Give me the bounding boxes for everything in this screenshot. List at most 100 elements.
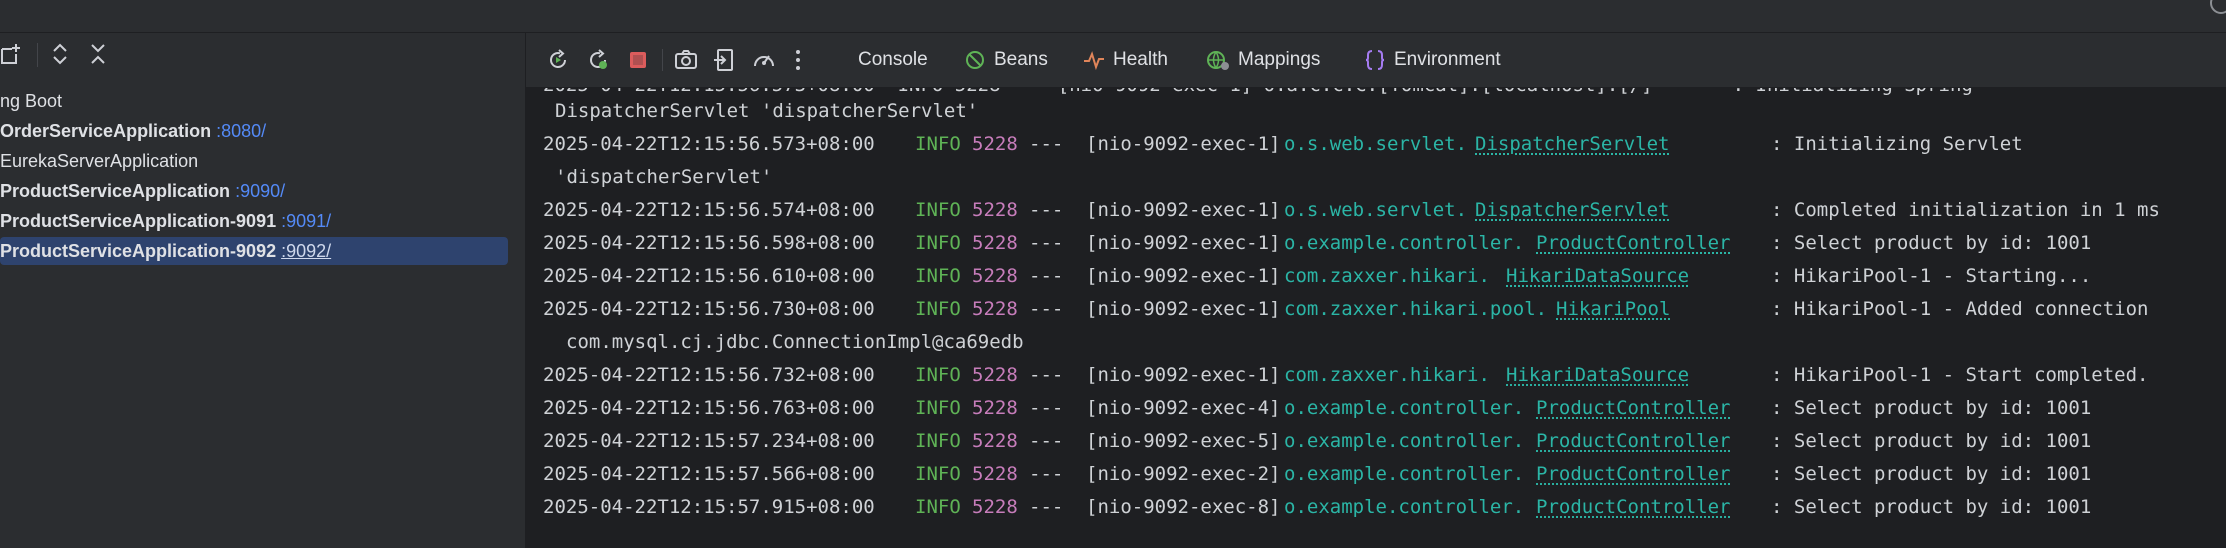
log-logger-class-link[interactable]: HikariPool xyxy=(1556,293,1670,326)
tree-item-label: ProductServiceApplication xyxy=(0,181,230,201)
log-separator: --- xyxy=(1029,425,1063,458)
log-pid: 5228 xyxy=(972,260,1018,293)
tree-item-port-link[interactable]: :9090/ xyxy=(235,181,285,201)
log-logger-class-link[interactable]: ProductController xyxy=(1536,458,1730,491)
log-logger-class-link[interactable]: HikariDataSource xyxy=(1506,359,1689,392)
exit-icon[interactable] xyxy=(713,48,737,72)
log-logger-class-link[interactable]: ProductController xyxy=(1536,491,1730,524)
tab-beans[interactable]: Beans xyxy=(964,33,1048,87)
tab-console[interactable]: Console xyxy=(858,33,928,87)
log-logger-class-link[interactable]: ProductController xyxy=(1536,425,1730,458)
log-logger-class-link[interactable]: ProductController xyxy=(1536,392,1730,425)
log-timestamp: 2025-04-22T12:15:56.598+08:00 xyxy=(543,227,875,260)
log-level: INFO xyxy=(915,425,961,458)
console-line: 2025-04-22T12:15:56.730+08:00 INFO 5228 … xyxy=(543,293,612,326)
log-pid: 5228 xyxy=(972,128,1018,161)
tree-item-label: ng Boot xyxy=(0,91,62,111)
log-timestamp: 2025-04-22T12:15:57.234+08:00 xyxy=(543,425,875,458)
log-message: : Select product by id: 1001 xyxy=(1771,458,2091,491)
log-level: INFO xyxy=(915,392,961,425)
log-logger-package: com.zaxxer.hikari.pool. xyxy=(1284,293,1547,326)
console-output[interactable]: 2025-04-22T12:15:56.573+08:00 INFO 5228 … xyxy=(526,88,2226,548)
screenshot-icon[interactable] xyxy=(674,48,698,72)
tab-label: Beans xyxy=(994,49,1048,70)
mappings-icon xyxy=(1206,49,1230,71)
log-timestamp: 2025-04-22T12:15:56.574+08:00 xyxy=(543,194,875,227)
log-thread: [nio-9092-exec-1] xyxy=(1086,227,1280,260)
tree-item-port-link[interactable]: :9091/ xyxy=(281,211,331,231)
log-logger-package: o.s.web.servlet. xyxy=(1284,128,1467,161)
log-logger-class-link[interactable]: ProductController xyxy=(1536,227,1730,260)
tree-item-order-service[interactable]: OrderServiceApplication :8080/ xyxy=(0,117,508,145)
log-separator: --- xyxy=(1029,194,1063,227)
window-control-icon[interactable] xyxy=(2210,0,2226,14)
tree-item-product-service[interactable]: ProductServiceApplication :9090/ xyxy=(0,177,508,205)
log-logger-package: com.zaxxer.hikari. xyxy=(1284,359,1490,392)
log-timestamp: 2025-04-22T12:15:57.566+08:00 xyxy=(543,458,875,491)
console-line: 2025-04-22T12:15:56.573+08:00 INFO 5228 … xyxy=(543,128,612,161)
log-message: : Completed initialization in 1 ms xyxy=(1771,194,2160,227)
log-level: INFO xyxy=(915,128,961,161)
log-timestamp: 2025-04-22T12:15:56.573+08:00 xyxy=(543,128,875,161)
log-separator: --- xyxy=(1029,392,1063,425)
expand-all-icon[interactable] xyxy=(50,43,70,65)
console-line: 2025-04-22T12:15:56.598+08:00 INFO 5228 … xyxy=(543,227,612,260)
log-pid: 5228 xyxy=(972,227,1018,260)
more-options-icon[interactable] xyxy=(794,48,802,72)
services-panel: ng Boot OrderServiceApplication :8080/ E… xyxy=(0,33,526,548)
tab-health[interactable]: Health xyxy=(1083,33,1168,87)
log-timestamp: 2025-04-22T12:15:57.915+08:00 xyxy=(543,491,875,524)
log-message: : Initializing Servlet xyxy=(1771,128,2023,161)
tree-item-product-service-9091[interactable]: ProductServiceApplication-9091 :9091/ xyxy=(0,207,508,235)
log-pid: 5228 xyxy=(972,194,1018,227)
stop-icon[interactable] xyxy=(627,49,649,71)
log-logger-class-link[interactable]: DispatcherServlet xyxy=(1475,194,1669,227)
tree-item-spring-boot[interactable]: ng Boot xyxy=(0,87,508,115)
log-thread: [nio-9092-exec-1] xyxy=(1086,194,1280,227)
collapse-all-icon[interactable] xyxy=(88,43,108,65)
log-message: : Select product by id: 1001 xyxy=(1771,491,2091,524)
log-pid: 5228 xyxy=(972,359,1018,392)
log-logger-package: o.s.web.servlet. xyxy=(1284,194,1467,227)
tree-item-eureka-server[interactable]: EurekaServerApplication xyxy=(0,147,508,175)
log-pid: 5228 xyxy=(972,392,1018,425)
log-logger-class-link[interactable]: HikariDataSource xyxy=(1506,260,1689,293)
log-pid: 5228 xyxy=(972,293,1018,326)
console-line: 2025-04-22T12:15:57.915+08:00 INFO 5228 … xyxy=(543,491,612,524)
tree-item-label: ProductServiceApplication-9092 xyxy=(0,241,276,261)
log-timestamp: 2025-04-22T12:15:56.610+08:00 xyxy=(543,260,875,293)
console-line: 2025-04-22T12:15:57.566+08:00 INFO 5228 … xyxy=(543,458,612,491)
tree-item-port-link[interactable]: :9092/ xyxy=(281,241,331,261)
tree-item-port-link[interactable]: :8080/ xyxy=(216,121,266,141)
tab-mappings[interactable]: Mappings xyxy=(1206,33,1320,87)
tab-environment[interactable]: Environment xyxy=(1364,33,1501,87)
add-configuration-icon[interactable] xyxy=(0,43,22,65)
log-level: INFO xyxy=(915,491,961,524)
tab-label: Mappings xyxy=(1238,49,1320,70)
log-thread: [nio-9092-exec-1] xyxy=(1086,359,1280,392)
tree-item-label: EurekaServerApplication xyxy=(0,151,198,171)
log-level: INFO xyxy=(915,359,961,392)
log-timestamp: 2025-04-22T12:15:56.730+08:00 xyxy=(543,293,875,326)
log-thread: [nio-9092-exec-1] xyxy=(1086,260,1280,293)
log-pid: 5228 xyxy=(972,491,1018,524)
rerun-debug-icon[interactable] xyxy=(586,48,610,72)
console-line-text: 'dispatcherServlet' xyxy=(555,161,772,194)
rerun-icon[interactable] xyxy=(546,48,570,72)
beans-icon xyxy=(964,49,986,71)
log-message: : Select product by id: 1001 xyxy=(1771,227,2091,260)
log-message: : HikariPool-1 - Added connection xyxy=(1771,293,2149,326)
health-icon xyxy=(1083,49,1105,71)
dashboard-gauge-icon[interactable] xyxy=(752,48,776,72)
tree-item-product-service-9092[interactable]: ProductServiceApplication-9092 :9092/ xyxy=(0,237,508,265)
console-line: 2025-04-22T12:15:57.234+08:00 INFO 5228 … xyxy=(543,425,612,458)
toolbar-separator xyxy=(662,49,663,71)
log-message: : HikariPool-1 - Starting... xyxy=(1771,260,2091,293)
console-continuation: 'dispatcherServlet' xyxy=(543,161,612,194)
log-level: INFO xyxy=(915,293,961,326)
log-logger-class-link[interactable]: DispatcherServlet xyxy=(1475,128,1669,161)
log-separator: --- xyxy=(1029,359,1063,392)
log-separator: --- xyxy=(1029,491,1063,524)
log-pid: 5228 xyxy=(972,425,1018,458)
log-message: : HikariPool-1 - Start completed. xyxy=(1771,359,2149,392)
